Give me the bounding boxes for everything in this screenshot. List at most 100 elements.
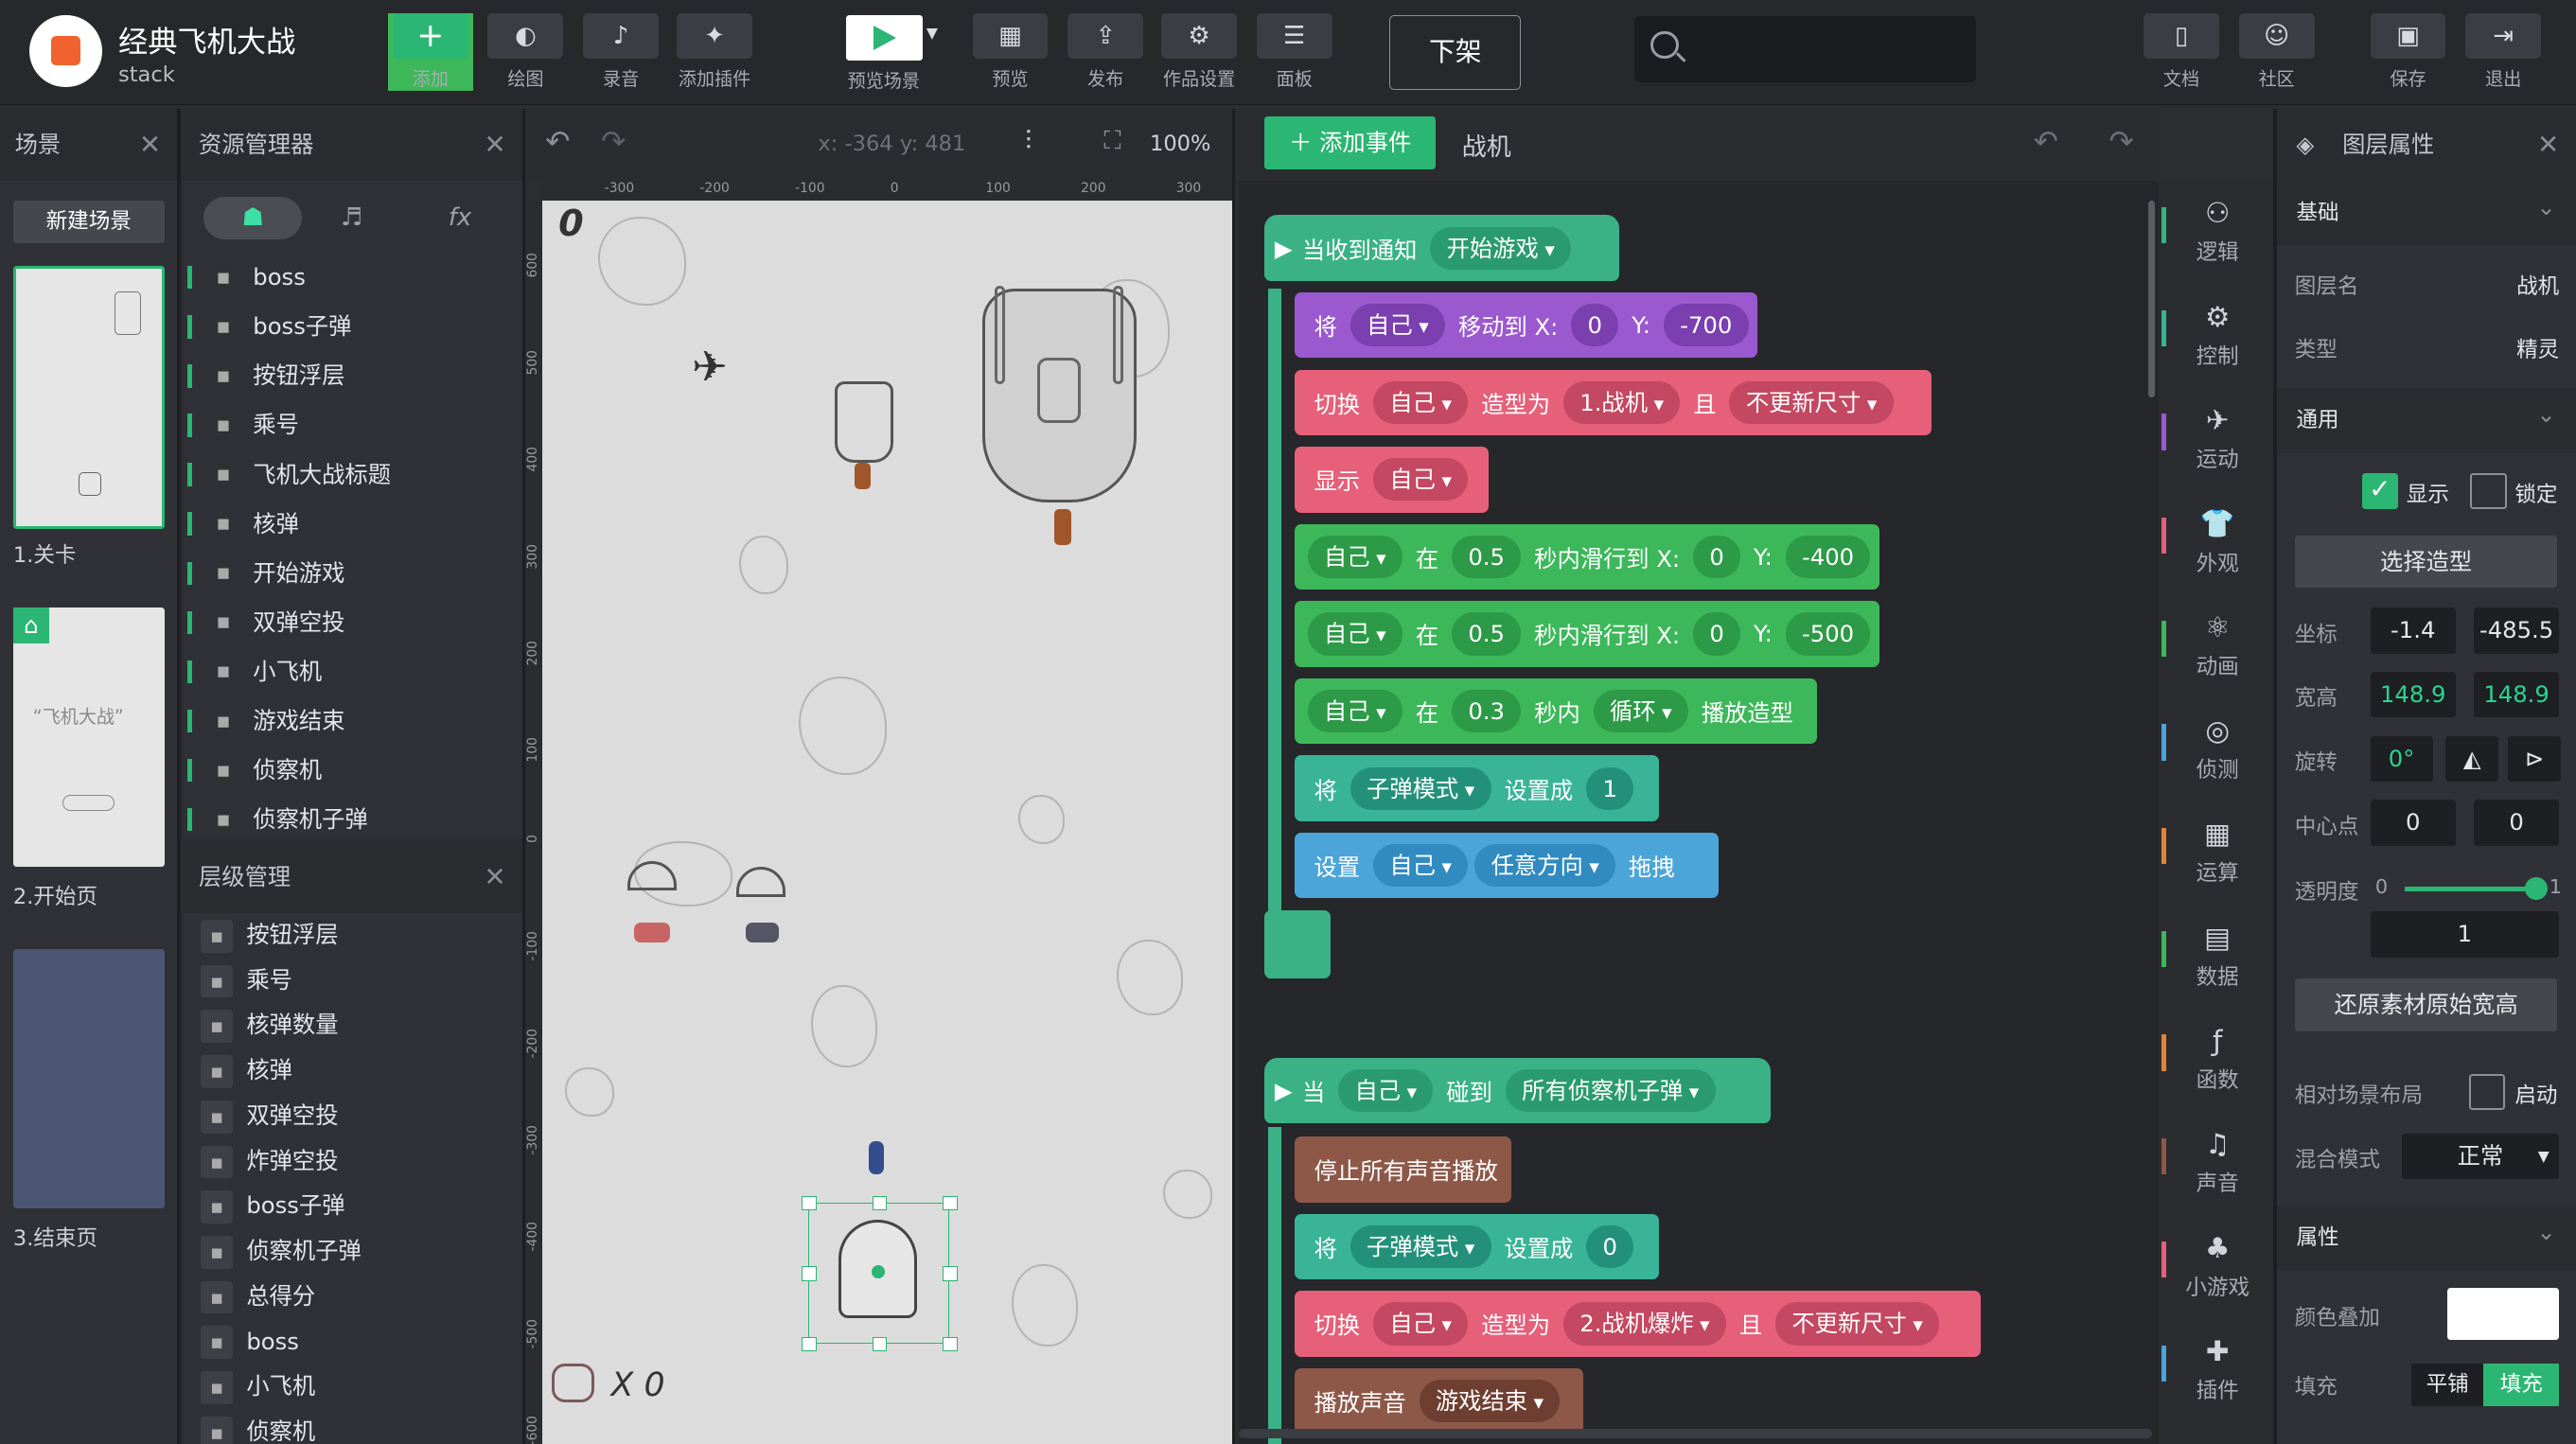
- blend-mode-select[interactable]: 正常 ▼: [2401, 1133, 2560, 1180]
- tab-sounds[interactable]: ♬: [319, 197, 384, 239]
- docs-button[interactable]: ▯ 文档: [2139, 12, 2224, 92]
- layer-item[interactable]: ▪ 小飞机: [184, 1365, 522, 1410]
- layer-item[interactable]: ▪ 核弹: [184, 1048, 522, 1094]
- close-icon[interactable]: ✕: [484, 841, 505, 913]
- player-plane-sprite[interactable]: [807, 1202, 950, 1344]
- category-11[interactable]: ✚ 插件: [2159, 1335, 2277, 1404]
- layer-item[interactable]: ▪ 侦察机: [184, 1410, 522, 1444]
- layer-name-value[interactable]: 战机: [2516, 270, 2559, 300]
- tint-color-swatch[interactable]: [2447, 1287, 2560, 1341]
- width-input[interactable]: 148.9: [2370, 671, 2456, 718]
- target-dropdown[interactable]: 自己: [1372, 458, 1469, 502]
- block-set-drag[interactable]: 设置自己任意方向拖拽: [1294, 832, 1719, 899]
- close-icon[interactable]: ✕: [139, 109, 161, 181]
- restore-size-button[interactable]: 还原素材原始宽高: [2294, 978, 2558, 1031]
- resource-item[interactable]: ▪ 乘号: [184, 400, 522, 449]
- target-dropdown[interactable]: 自己: [1307, 535, 1403, 578]
- block-glide-1[interactable]: 自己在0.5秒内滑行到 X:0Y:-400: [1294, 523, 1879, 590]
- variable-dropdown[interactable]: 子弹模式: [1350, 1224, 1491, 1268]
- value-input[interactable]: 0: [1586, 1224, 1634, 1268]
- target-dropdown[interactable]: 自己: [1338, 1068, 1434, 1113]
- alpha-slider-thumb[interactable]: [2524, 876, 2549, 901]
- block-set-variable-2[interactable]: 将子弹模式设置成0: [1294, 1213, 1660, 1280]
- scene-thumb-2[interactable]: ⌂ “飞机大战”: [12, 608, 165, 868]
- layer-item[interactable]: ▪ 按钮浮层: [184, 913, 522, 959]
- undo-icon[interactable]: ↶: [545, 125, 570, 159]
- off-shelf-button[interactable]: 下架: [1389, 14, 1522, 91]
- event-hat-receive[interactable]: ▶ 当收到通知 开始游戏: [1264, 215, 1620, 281]
- block-glide-2[interactable]: 自己在0.5秒内滑行到 X:0Y:-500: [1294, 601, 1879, 667]
- community-button[interactable]: ☺ 社区: [2234, 12, 2320, 92]
- block-show[interactable]: 显示 自己: [1294, 447, 1489, 513]
- category-0[interactable]: ⚇ 逻辑: [2159, 197, 2277, 266]
- tab-functions[interactable]: fx: [427, 197, 492, 239]
- height-input[interactable]: 148.9: [2473, 671, 2560, 718]
- sliders-icon[interactable]: ⫶: [1025, 125, 1032, 157]
- direction-dropdown[interactable]: 任意方向: [1474, 844, 1616, 888]
- redo-icon[interactable]: ↷: [2109, 125, 2134, 159]
- category-9[interactable]: ♫ 声音: [2159, 1128, 2277, 1197]
- y-input[interactable]: -500: [1785, 612, 1871, 656]
- category-2[interactable]: ✈ 运动: [2159, 404, 2277, 473]
- layer-item[interactable]: ▪ boss子弹: [184, 1184, 522, 1229]
- section-basic[interactable]: 基础: [2276, 174, 2576, 247]
- resize-handle[interactable]: [872, 1336, 888, 1352]
- center-x-input[interactable]: 0: [2370, 800, 2456, 846]
- work-settings-button[interactable]: ⚙ 作品设置: [1156, 12, 1242, 92]
- message-dropdown[interactable]: 开始游戏: [1430, 226, 1572, 270]
- block-stop-sounds[interactable]: 停止所有声音播放: [1294, 1136, 1511, 1203]
- layer-item[interactable]: ▪ 乘号: [184, 959, 522, 1004]
- x-input[interactable]: -1.4: [2370, 608, 2456, 654]
- resize-handle[interactable]: [943, 1195, 958, 1211]
- flip-horizontal-icon[interactable]: ◭: [2445, 735, 2498, 783]
- block-play-costume[interactable]: 自己在0.3秒内循环播放造型: [1294, 678, 1817, 745]
- preview-button[interactable]: ▦ 预览: [967, 12, 1052, 92]
- target-dropdown[interactable]: 自己: [1372, 380, 1469, 424]
- block-switch-costume[interactable]: 切换自己造型为1.战机且不更新尺寸: [1294, 369, 1932, 435]
- chevron-down-icon[interactable]: ▼: [926, 25, 938, 42]
- y-input[interactable]: -400: [1785, 535, 1871, 578]
- block-play-sound[interactable]: 播放声音 游戏结束: [1294, 1367, 1584, 1435]
- section-common[interactable]: 通用: [2276, 381, 2576, 454]
- resource-item[interactable]: ▪ 小飞机: [184, 647, 522, 696]
- alpha-input[interactable]: 1: [2370, 911, 2560, 958]
- seconds-input[interactable]: 0.5: [1451, 612, 1522, 656]
- layer-item[interactable]: ▪ 核弹数量: [184, 1003, 522, 1048]
- block-move-to[interactable]: 将自己移动到 X:0Y:-700: [1294, 291, 1758, 359]
- small-plane-sprite[interactable]: ✈: [680, 344, 739, 391]
- app-logo[interactable]: [29, 14, 102, 87]
- mode-dropdown[interactable]: 循环: [1593, 689, 1688, 733]
- alpha-slider[interactable]: [2405, 876, 2549, 901]
- resource-item[interactable]: ▪ 游戏结束: [184, 696, 522, 746]
- value-input[interactable]: 1: [1586, 766, 1634, 810]
- editor-hscrollbar[interactable]: [1238, 1429, 2152, 1439]
- resize-handle[interactable]: [802, 1195, 817, 1211]
- panel-button[interactable]: ☰ 面板: [1252, 12, 1337, 92]
- scene-thumb-3[interactable]: [12, 949, 165, 1209]
- resize-handle[interactable]: [802, 1336, 817, 1352]
- seconds-input[interactable]: 0.3: [1451, 689, 1522, 733]
- costume-dropdown[interactable]: 2.战机爆炸: [1562, 1302, 1726, 1346]
- layer-item[interactable]: ▪ 炸弹空投: [184, 1139, 522, 1185]
- show-checkbox[interactable]: [2361, 472, 2399, 510]
- draw-button[interactable]: ◐ 绘图: [483, 12, 568, 92]
- fill-fill-option[interactable]: 填充: [2483, 1363, 2560, 1406]
- variable-dropdown[interactable]: 子弹模式: [1350, 766, 1491, 810]
- size-dropdown[interactable]: 不更新尺寸: [1729, 380, 1894, 424]
- relative-layout-checkbox[interactable]: [2468, 1074, 2505, 1111]
- layer-item[interactable]: ▪ 侦察机子弹: [184, 1229, 522, 1275]
- layer-item[interactable]: ▪ 总得分: [184, 1275, 522, 1320]
- resize-handle[interactable]: [943, 1266, 958, 1281]
- seconds-input[interactable]: 0.5: [1451, 535, 1522, 578]
- category-1[interactable]: ⚙ 控制: [2159, 301, 2277, 370]
- save-button[interactable]: ▣ 保存: [2365, 12, 2450, 92]
- resize-handle[interactable]: [802, 1266, 817, 1281]
- resource-item[interactable]: ▪ 侦察机子弹: [184, 795, 522, 837]
- category-5[interactable]: ◎ 侦测: [2159, 714, 2277, 784]
- resize-handle[interactable]: [943, 1336, 958, 1352]
- resource-item[interactable]: ▪ 双弹空投: [184, 598, 522, 647]
- category-8[interactable]: ƒ 函数: [2159, 1025, 2277, 1094]
- layer-item[interactable]: ▪ 双弹空投: [184, 1094, 522, 1139]
- costume-dropdown[interactable]: 1.战机: [1562, 380, 1681, 424]
- category-6[interactable]: ▦ 运算: [2159, 818, 2277, 887]
